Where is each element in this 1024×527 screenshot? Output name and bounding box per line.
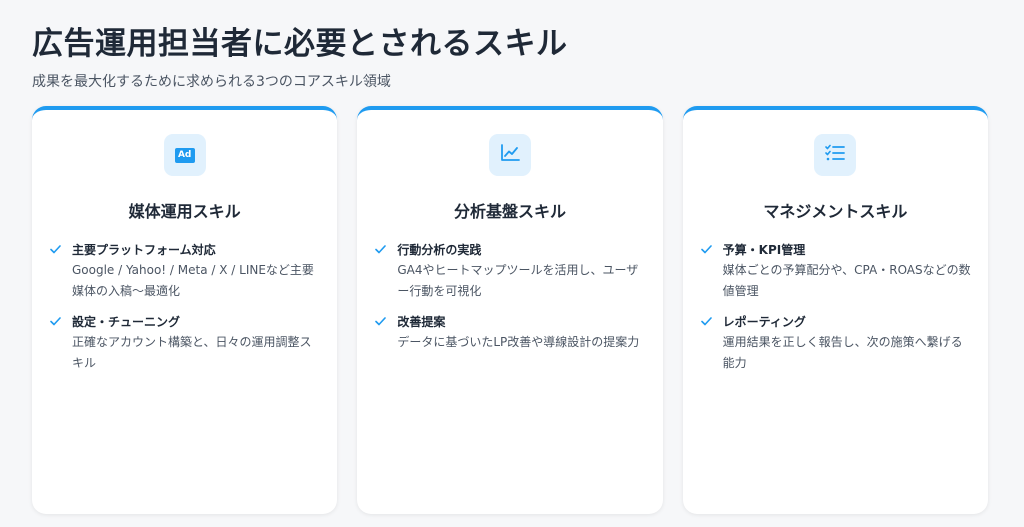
check-icon bbox=[50, 245, 62, 254]
item-description: Google / Yahoo! / Meta / X / LINEなど主要媒体の… bbox=[72, 263, 314, 298]
check-icon bbox=[700, 317, 713, 326]
card-title: 媒体運用スキル bbox=[128, 202, 241, 221]
list-item: 設定・チューニング 正確なアカウント構築と、日々の運用調整スキル bbox=[50, 312, 321, 374]
line-chart-icon bbox=[500, 144, 520, 166]
list-item: 改善提案 データに基づいたLP改善や導線設計の提案力 bbox=[375, 312, 646, 353]
checklist-icon bbox=[825, 144, 846, 166]
check-icon bbox=[50, 317, 62, 326]
page-subtitle: 成果を最大化するために求められる3つのコアスキル領域 bbox=[32, 74, 391, 90]
item-description: データに基づいたLP改善や導線設計の提案力 bbox=[397, 335, 640, 349]
check-icon bbox=[700, 245, 713, 254]
list-item: 予算・KPI管理 媒体ごとの予算配分や、CPA・ROASなどの数値管理 bbox=[700, 240, 972, 302]
list-item: 行動分析の実践 GA4やヒートマップツールを活用し、ユーザー行動を可視化 bbox=[375, 240, 646, 302]
item-title: 行動分析の実践 bbox=[397, 243, 482, 257]
page-title: 広告運用担当者に必要とされるスキル bbox=[32, 26, 568, 62]
card-icon-box bbox=[488, 134, 531, 176]
card-icon-box bbox=[814, 134, 857, 176]
skill-card-media: Ad 媒体運用スキル 主要プラットフォーム対応 Google / Yahoo! … bbox=[32, 106, 338, 514]
list-item: レポーティング 運用結果を正しく報告し、次の施策へ繋げる能力 bbox=[700, 312, 972, 374]
skill-card-analytics: 分析基盤スキル 行動分析の実践 GA4やヒートマップツールを活用し、ユーザー行動… bbox=[357, 106, 663, 514]
card-icon-box: Ad bbox=[163, 134, 206, 176]
item-description: 正確なアカウント構築と、日々の運用調整スキル bbox=[72, 335, 312, 370]
check-icon bbox=[375, 245, 387, 254]
item-title: 改善提案 bbox=[397, 315, 446, 329]
list-item: 主要プラットフォーム対応 Google / Yahoo! / Meta / X … bbox=[50, 240, 321, 302]
item-title: 設定・チューニング bbox=[72, 315, 181, 329]
skill-card-management: マネジメントスキル 予算・KPI管理 媒体ごとの予算配分や、CPA・ROASなど… bbox=[682, 106, 988, 514]
check-icon bbox=[375, 317, 387, 326]
item-title: 主要プラットフォーム対応 bbox=[72, 243, 216, 257]
item-title: レポーティング bbox=[722, 315, 806, 329]
skill-cards: Ad 媒体運用スキル 主要プラットフォーム対応 Google / Yahoo! … bbox=[32, 106, 988, 514]
item-description: 媒体ごとの予算配分や、CPA・ROASなどの数値管理 bbox=[722, 263, 971, 298]
item-description: GA4やヒートマップツールを活用し、ユーザー行動を可視化 bbox=[397, 263, 639, 298]
card-title: 分析基盤スキル bbox=[453, 202, 566, 221]
ad-icon: Ad bbox=[174, 147, 195, 163]
item-description: 運用結果を正しく報告し、次の施策へ繋げる能力 bbox=[722, 335, 963, 370]
item-title: 予算・KPI管理 bbox=[722, 243, 806, 257]
card-title: マネジメントスキル bbox=[763, 202, 908, 221]
